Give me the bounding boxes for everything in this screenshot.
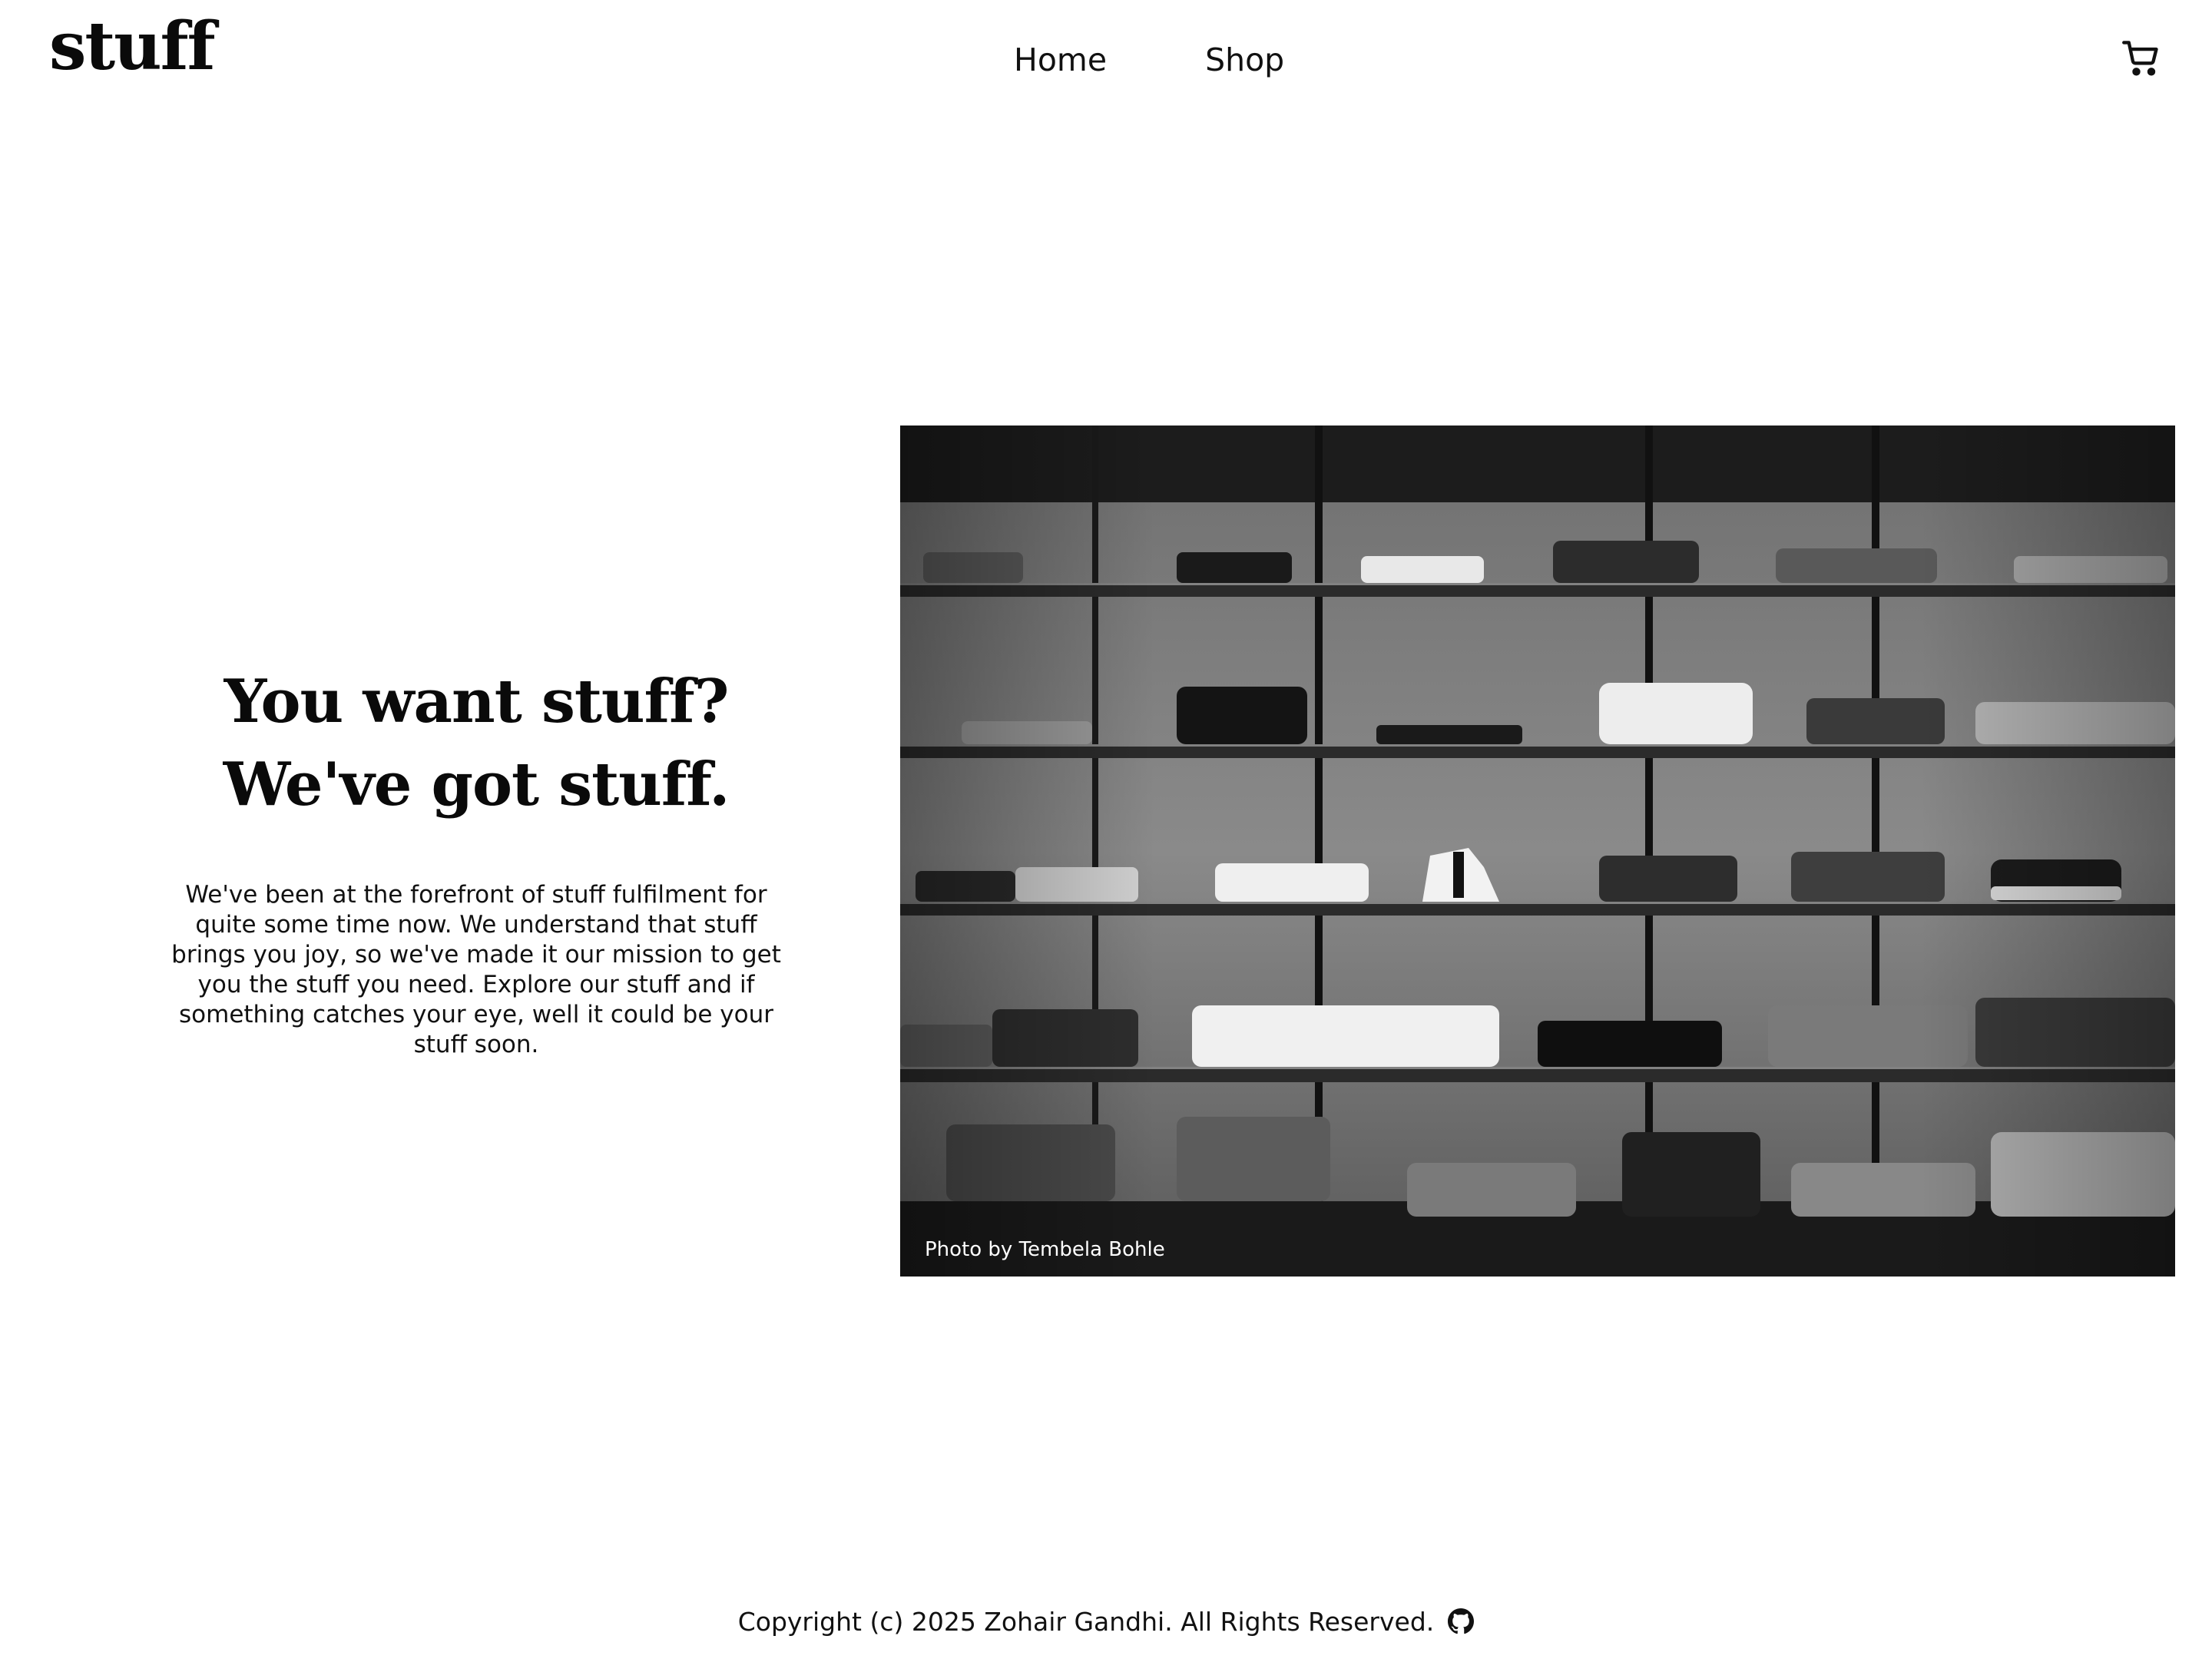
hero-photo-clothing-shelves: Photo by Tembela Bohle <box>900 426 2175 1277</box>
copyright-text: Copyright (c) 2025 Zohair Gandhi. All Ri… <box>737 1606 1435 1637</box>
hero-title-line-2: We've got stuff. <box>223 750 730 820</box>
hero-title-line-1: You want stuff? <box>224 667 730 737</box>
shelves-illustration <box>900 426 2175 1277</box>
site-header: stuff Home Shop <box>0 0 2212 123</box>
github-icon[interactable] <box>1448 1608 1475 1634</box>
nav-shop-link[interactable]: Shop <box>1205 45 1284 76</box>
hero-text-block: You want stuff? We've got stuff. We've b… <box>146 661 806 1060</box>
main-nav: Home Shop <box>1014 45 1284 76</box>
site-logo[interactable]: stuff <box>49 14 216 80</box>
hero-title: You want stuff? We've got stuff. <box>146 661 806 826</box>
photo-credit: Photo by Tembela Bohle <box>925 1238 1165 1261</box>
site-footer: Copyright (c) 2025 Zohair Gandhi. All Ri… <box>0 1608 2212 1634</box>
hero-description: We've been at the forefront of stuff ful… <box>171 881 781 1058</box>
shopping-cart-icon[interactable] <box>2121 38 2161 78</box>
nav-home-link[interactable]: Home <box>1014 45 1107 76</box>
